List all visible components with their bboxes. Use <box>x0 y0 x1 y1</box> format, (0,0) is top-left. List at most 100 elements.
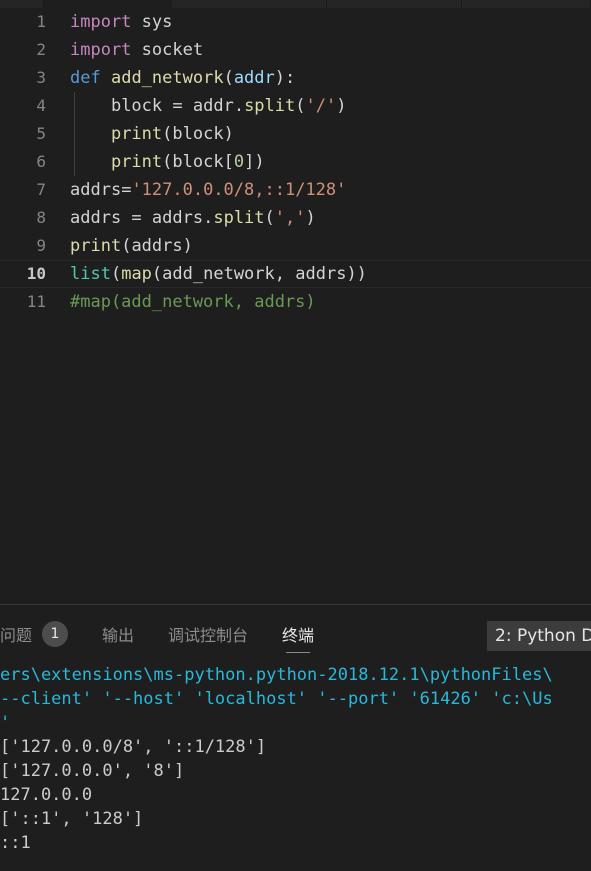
token-paren: ( <box>110 264 122 284</box>
terminal-selector-label: 2: Python D <box>495 626 591 646</box>
code-line-6[interactable]: 6 print(block[0]) <box>0 148 591 176</box>
token-string: '/' <box>305 96 337 116</box>
token-paren: ( <box>162 152 173 172</box>
token-variable: block <box>110 96 173 116</box>
token-dot: . <box>203 208 214 228</box>
code-line-7[interactable]: 7 addrs='127.0.0.0/8,::1/128' <box>0 176 591 204</box>
token-string: ',' <box>274 208 306 228</box>
terminal-line: ['127.0.0.0/8', '::1/128'] <box>0 737 267 757</box>
code-line-10-current[interactable]: 10 list(map(add_network, addrs)) <box>0 260 591 288</box>
code-text: print(addrs) <box>70 232 193 260</box>
code-text: def add_network(addr): <box>70 64 295 92</box>
token-variable: addrs <box>131 236 183 256</box>
token-object: addrs <box>151 208 204 228</box>
line-number: 2 <box>36 40 46 59</box>
editor-tab-4[interactable] <box>327 0 462 8</box>
token-dot: . <box>233 96 245 116</box>
code-text: #map(add_network, addrs) <box>70 288 316 316</box>
token-operator: = <box>121 180 132 200</box>
code-text: addrs='127.0.0.0/8,::1/128' <box>70 176 346 204</box>
code-line-9[interactable]: 9 print(addrs) <box>0 232 591 260</box>
token-comma: , <box>274 264 296 284</box>
panel-tab-problems[interactable]: 问题 1 <box>0 605 69 663</box>
token-method: split <box>244 96 296 116</box>
code-text: import sys <box>70 8 172 36</box>
problems-count-badge: 1 <box>42 621 69 647</box>
token-function-name: map <box>121 264 152 284</box>
line-number: 4 <box>36 96 46 115</box>
panel-header: 问题 1 输出 调试控制台 终端 2: Python D <box>0 605 591 663</box>
line-number: 6 <box>36 152 46 171</box>
token-paren: ( <box>295 96 306 116</box>
bottom-panel: 问题 1 输出 调试控制台 终端 2: Python D ers\extensi… <box>0 605 591 871</box>
code-line-8[interactable]: 8 addrs = addrs.split(',') <box>0 204 591 232</box>
token-paren-close: ) <box>305 208 316 228</box>
line-number: 8 <box>36 208 46 227</box>
terminal-line: ['::1', '128'] <box>0 809 144 829</box>
token-def-keyword: def <box>70 68 101 88</box>
token-string: '127.0.0.0/8,::1/128' <box>131 180 347 200</box>
code-text: print(block) <box>70 120 234 148</box>
token-operator: = <box>172 96 193 116</box>
token-paren: ( <box>264 208 275 228</box>
editor-tab-5[interactable] <box>462 0 591 8</box>
line-number: 11 <box>26 292 46 311</box>
editor-tab-strip[interactable] <box>0 0 591 8</box>
token-paren-colon: ): <box>274 68 296 88</box>
line-number: 5 <box>36 124 46 143</box>
token-paren: ( <box>121 236 132 256</box>
token-variable: block <box>172 152 224 172</box>
terminal-line: ers\extensions\ms-python.python-2018.12.… <box>0 665 553 685</box>
token-parameter: addr <box>233 68 275 88</box>
code-text: addrs = addrs.split(',') <box>70 204 316 232</box>
terminal-line: ::1 <box>0 833 31 853</box>
line-number-active: 10 <box>26 264 46 283</box>
terminal-line: ' <box>0 713 11 733</box>
token-keyword: import <box>70 40 132 60</box>
code-line-3[interactable]: 3 def add_network(addr): <box>0 64 591 92</box>
code-editor[interactable]: 1 import sys 2 import socket 3 def add_n… <box>0 8 591 604</box>
code-text: import socket <box>70 36 203 64</box>
terminal-output[interactable]: ers\extensions\ms-python.python-2018.12.… <box>0 663 591 871</box>
editor-tab-3[interactable] <box>173 0 327 8</box>
code-line-5[interactable]: 5 print(block) <box>0 120 591 148</box>
panel-tab-label: 输出 <box>102 626 135 645</box>
token-builtin: list <box>70 264 111 284</box>
token-paren: ( <box>223 68 234 88</box>
terminal-selector-dropdown[interactable]: 2: Python D <box>487 621 591 651</box>
panel-tab-debug-console[interactable]: 调试控制台 <box>168 605 248 663</box>
vscode-window: 1 import sys 2 import socket 3 def add_n… <box>0 0 591 871</box>
token-variable: addrs <box>70 180 122 200</box>
editor-tab-1[interactable] <box>0 0 44 8</box>
token-plain: socket <box>131 40 204 60</box>
editor-tab-2-active[interactable] <box>44 0 173 8</box>
line-number: 9 <box>36 236 46 255</box>
token-paren-close: ) <box>223 124 234 144</box>
terminal-line: --client' '--host' 'localhost' '--port' … <box>0 689 553 709</box>
token-paren: ( <box>162 124 173 144</box>
line-number: 1 <box>36 12 46 31</box>
token-paren-close: )) <box>346 264 367 284</box>
terminal-line: ['127.0.0.0', '8'] <box>0 761 185 781</box>
code-line-4[interactable]: 4 block = addr.split('/') <box>0 92 591 120</box>
token-object: addr <box>192 96 234 116</box>
token-variable: block <box>172 124 224 144</box>
panel-tab-output[interactable]: 输出 <box>102 605 134 663</box>
token-paren: ( <box>151 264 163 284</box>
code-text: print(block[0]) <box>70 148 265 176</box>
token-variable: addrs <box>70 208 132 228</box>
code-line-1[interactable]: 1 import sys <box>0 8 591 36</box>
panel-tab-label: 调试控制台 <box>168 626 249 645</box>
token-number: 0 <box>233 152 245 172</box>
code-line-11[interactable]: 11 #map(add_network, addrs) <box>0 288 591 316</box>
active-tab-underline <box>286 652 311 653</box>
code-line-2[interactable]: 2 import socket <box>0 36 591 64</box>
token-paren-close: ) <box>182 236 193 256</box>
panel-tab-terminal[interactable]: 终端 <box>282 605 314 663</box>
token-comment: #map(add_network, addrs) <box>70 292 316 312</box>
panel-tab-label: 终端 <box>282 626 315 645</box>
